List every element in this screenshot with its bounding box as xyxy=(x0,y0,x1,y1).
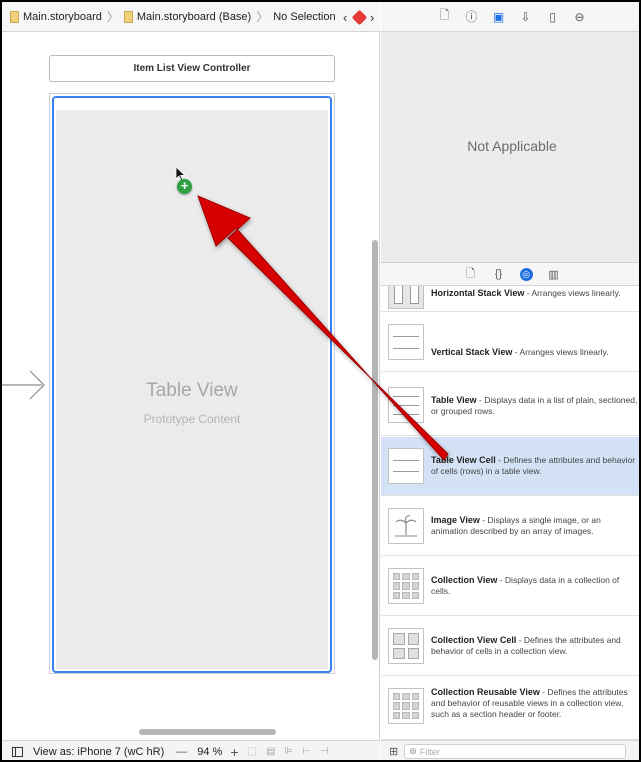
library-item-image-view[interactable]: Image View - Displays a single image, or… xyxy=(381,497,639,556)
library-item-text: Image View - Displays a single image, or… xyxy=(431,515,639,537)
library-item-collection-view[interactable]: Collection View - Displays data in a col… xyxy=(381,557,639,616)
library-item-text: Table View Cell - Defines the attributes… xyxy=(431,455,639,477)
table-view-icon xyxy=(388,387,424,423)
storyboard-canvas[interactable]: Main.storyboard 〉 Main.storyboard (Base)… xyxy=(2,2,380,760)
collection-view-icon xyxy=(388,568,424,604)
table-view-title: Table View xyxy=(146,380,238,401)
image-view-icon xyxy=(388,508,424,544)
grid-view-toggle-icon[interactable]: ⊞ xyxy=(389,745,398,758)
library-item-table-view-cell[interactable]: Table View Cell - Defines the attributes… xyxy=(381,437,639,496)
identity-inspector-icon[interactable]: ▣ xyxy=(492,10,506,24)
library-item-title: Table View Cell xyxy=(431,455,496,465)
table-view-cell-icon xyxy=(388,448,424,484)
document-outline-toggle-icon[interactable] xyxy=(12,746,23,757)
library-item-title: Vertical Stack View xyxy=(431,347,513,357)
jump-bar: Main.storyboard 〉 Main.storyboard (Base)… xyxy=(2,2,380,32)
library-item-title: Collection View xyxy=(431,575,498,585)
zoom-in-button[interactable]: + xyxy=(230,744,238,760)
view-as-device-button[interactable]: View as: iPhone 7 (wC hR) xyxy=(33,746,164,758)
view-controller-title-bar[interactable]: Item List View Controller xyxy=(49,55,335,82)
collection-reusable-view-icon xyxy=(388,688,424,724)
library-item-table-view[interactable]: Table View - Displays data in a list of … xyxy=(381,373,639,436)
not-applicable-message: Not Applicable xyxy=(467,138,557,154)
file-inspector-icon[interactable]: 🗋 xyxy=(438,6,452,27)
connections-inspector-icon[interactable]: ⊖ xyxy=(573,10,587,24)
filter-placeholder: Filter xyxy=(419,746,440,757)
object-library-list[interactable]: Horizontal Stack View - Arranges views l… xyxy=(381,286,639,740)
library-item-title: Image View xyxy=(431,515,480,525)
utilities-pane: 🗋 ⓘ ▣ ⇩ ▯ ⊖ Not Applicable 🗋 {} ◎ ▥ Hori… xyxy=(381,2,639,760)
library-item-title: Horizontal Stack View xyxy=(431,288,525,298)
update-frames-icon[interactable]: ⬚ xyxy=(248,746,257,757)
chevron-right-icon: 〉 xyxy=(106,10,119,24)
library-item-text: Horizontal Stack View - Arranges views l… xyxy=(431,288,639,299)
inspector-selector-bar: 🗋 ⓘ ▣ ⇩ ▯ ⊖ xyxy=(381,2,639,32)
canvas-bottom-bar: View as: iPhone 7 (wC hR) — 94 % + ⬚ ▤ ⊫… xyxy=(2,740,380,760)
table-view-content: Table View Prototype Content xyxy=(56,110,328,669)
entry-point-arrow-icon[interactable] xyxy=(2,367,48,403)
vertical-stack-view-icon xyxy=(388,324,424,360)
forward-chevron-icon[interactable]: › xyxy=(370,10,374,25)
storyboard-base-file-icon xyxy=(123,10,133,23)
embed-in-stack-icon[interactable]: ▤ xyxy=(266,746,275,757)
inspector-area: Not Applicable xyxy=(381,32,639,262)
library-item-vertical-stack-view[interactable]: Vertical Stack View - Arranges views lin… xyxy=(381,312,639,372)
resolve-issues-icon[interactable]: ⊣ xyxy=(320,746,329,757)
breadcrumb-selection[interactable]: No Selection xyxy=(273,11,335,23)
zoom-out-button[interactable]: — xyxy=(176,746,187,758)
size-inspector-icon[interactable]: ▯ xyxy=(546,10,560,24)
library-item-text: Collection Reusable View - Defines the a… xyxy=(431,687,639,720)
library-item-horizontal-stack-view[interactable]: Horizontal Stack View - Arranges views l… xyxy=(381,286,639,312)
object-library-icon[interactable]: ◎ xyxy=(519,267,533,281)
filter-icon: ⊜ xyxy=(409,746,417,756)
file-template-library-icon[interactable]: 🗋 xyxy=(464,265,478,284)
horizontal-scrollbar[interactable] xyxy=(139,729,276,735)
vertical-scrollbar[interactable] xyxy=(372,240,378,660)
table-view-subtitle: Prototype Content xyxy=(143,412,241,426)
filter-input[interactable]: ⊜ Filter xyxy=(404,744,627,759)
table-view[interactable]: Table View Prototype Content xyxy=(52,96,332,673)
zoom-level[interactable]: 94 % xyxy=(197,746,222,758)
library-item-text: Vertical Stack View - Arranges views lin… xyxy=(431,347,639,358)
code-snippet-library-icon[interactable]: {} xyxy=(492,268,506,280)
library-selector-bar: 🗋 {} ◎ ▥ xyxy=(381,262,639,286)
attributes-inspector-icon[interactable]: ⇩ xyxy=(519,10,533,24)
add-constraints-icon[interactable]: ⊢ xyxy=(302,746,311,757)
library-item-text: Collection View - Displays data in a col… xyxy=(431,575,639,597)
breadcrumb-main-storyboard[interactable]: Main.storyboard xyxy=(23,11,102,23)
breadcrumb-main-storyboard-base[interactable]: Main.storyboard (Base) xyxy=(137,11,251,23)
library-item-text: Table View - Displays data in a list of … xyxy=(431,395,639,417)
library-item-desc: - Arranges views linearly. xyxy=(524,288,621,298)
quick-help-icon[interactable]: ⓘ xyxy=(465,8,479,25)
back-chevron-icon[interactable]: ‹ xyxy=(343,10,347,25)
library-item-collection-view-cell[interactable]: Collection View Cell - Defines the attri… xyxy=(381,617,639,676)
library-item-title: Table View xyxy=(431,395,477,405)
library-item-collection-reusable-view[interactable]: Collection Reusable View - Defines the a… xyxy=(381,677,639,740)
media-library-icon[interactable]: ▥ xyxy=(547,268,561,281)
library-item-text: Collection View Cell - Defines the attri… xyxy=(431,635,639,657)
align-icon[interactable]: ⊫ xyxy=(284,746,293,757)
add-copy-badge-icon: + xyxy=(177,179,192,194)
xcode-window: Main.storyboard 〉 Main.storyboard (Base)… xyxy=(0,0,641,762)
chevron-right-icon: 〉 xyxy=(256,10,269,24)
library-item-desc: - Arranges views linearly. xyxy=(512,347,609,357)
horizontal-stack-view-icon xyxy=(388,286,424,309)
storyboard-file-icon xyxy=(10,10,19,23)
library-item-title: Collection Reusable View xyxy=(431,687,540,697)
library-filter-bar: ⊞ ⊜ Filter xyxy=(381,740,639,760)
collection-view-cell-icon xyxy=(388,628,424,664)
library-item-title: Collection View Cell xyxy=(431,635,517,645)
